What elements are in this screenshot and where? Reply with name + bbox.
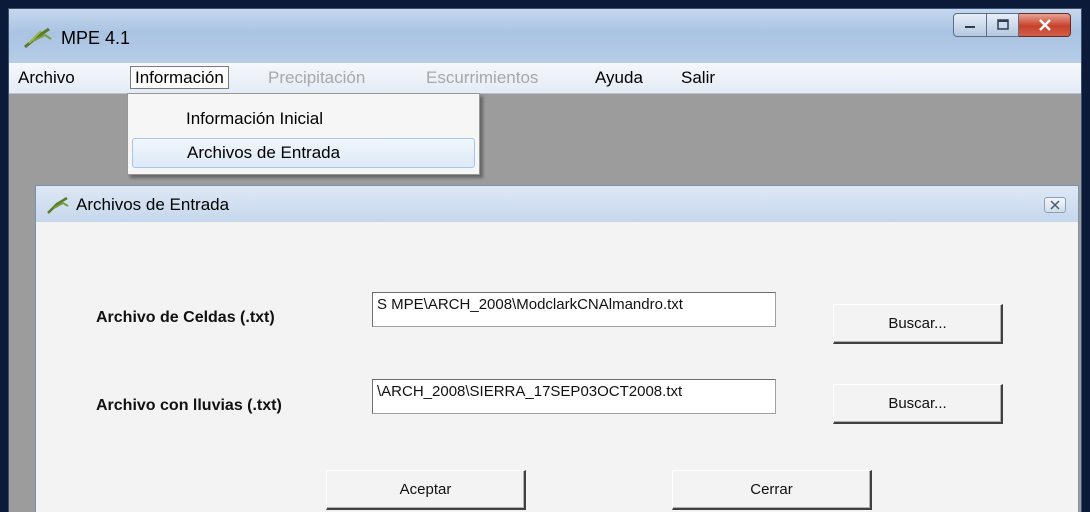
cells-browse-button[interactable]: Buscar... bbox=[833, 304, 1003, 344]
dialog-close-button[interactable] bbox=[1044, 197, 1066, 213]
close-icon bbox=[1050, 200, 1060, 210]
maximize-icon bbox=[996, 19, 1009, 30]
close-button[interactable] bbox=[1019, 13, 1071, 37]
rain-file-input[interactable]: \ARCH_2008\SIERRA_17SEP03OCT2008.txt bbox=[372, 379, 776, 414]
maximize-button[interactable] bbox=[987, 13, 1019, 37]
dialog-title-bar[interactable]: Archivos de Entrada bbox=[36, 186, 1078, 222]
menu-escurrimientos[interactable]: Escurrimientos bbox=[422, 66, 542, 89]
cells-file-input[interactable]: S MPE\ARCH_2008\ModclarkCNAlmandro.txt bbox=[372, 292, 776, 327]
dialog-title: Archivos de Entrada bbox=[76, 195, 230, 214]
close-icon bbox=[1038, 19, 1051, 31]
menu-precipitacion[interactable]: Precipitación bbox=[264, 66, 369, 89]
rain-file-label: Archivo con lluvias (.txt) bbox=[96, 397, 282, 414]
menu-bar: Archivo Información Precipitación Escurr… bbox=[9, 63, 1081, 94]
archivos-dialog: Archivos de Entrada Archivo de Celdas (.… bbox=[35, 185, 1079, 512]
menu-archivo[interactable]: Archivo bbox=[14, 66, 79, 89]
window-controls bbox=[953, 13, 1071, 37]
dialog-body: Archivo de Celdas (.txt) S MPE\ARCH_2008… bbox=[36, 222, 1078, 512]
minimize-button[interactable] bbox=[953, 13, 987, 37]
close-dialog-button[interactable]: Cerrar bbox=[672, 470, 872, 510]
menu-item-archivos-entrada[interactable]: Archivos de Entrada bbox=[132, 138, 475, 168]
informacion-dropdown: Información Inicial Archivos de Entrada bbox=[127, 93, 480, 175]
accept-button[interactable]: Aceptar bbox=[326, 470, 526, 510]
rain-browse-button[interactable]: Buscar... bbox=[833, 384, 1003, 424]
cells-file-label: Archivo de Celdas (.txt) bbox=[96, 309, 275, 326]
app-icon bbox=[24, 27, 52, 49]
title-bar[interactable]: MPE 4.1 bbox=[9, 9, 1081, 63]
dialog-app-icon bbox=[47, 196, 69, 214]
menu-item-informacion-inicial[interactable]: Información Inicial bbox=[132, 104, 475, 134]
menu-salir[interactable]: Salir bbox=[677, 66, 719, 89]
menu-informacion[interactable]: Información bbox=[130, 66, 229, 89]
main-window: MPE 4.1 Archivo Información Precipitació… bbox=[8, 8, 1082, 512]
menu-ayuda[interactable]: Ayuda bbox=[591, 66, 647, 89]
window-title: MPE 4.1 bbox=[61, 28, 131, 48]
minimize-icon bbox=[965, 26, 975, 28]
